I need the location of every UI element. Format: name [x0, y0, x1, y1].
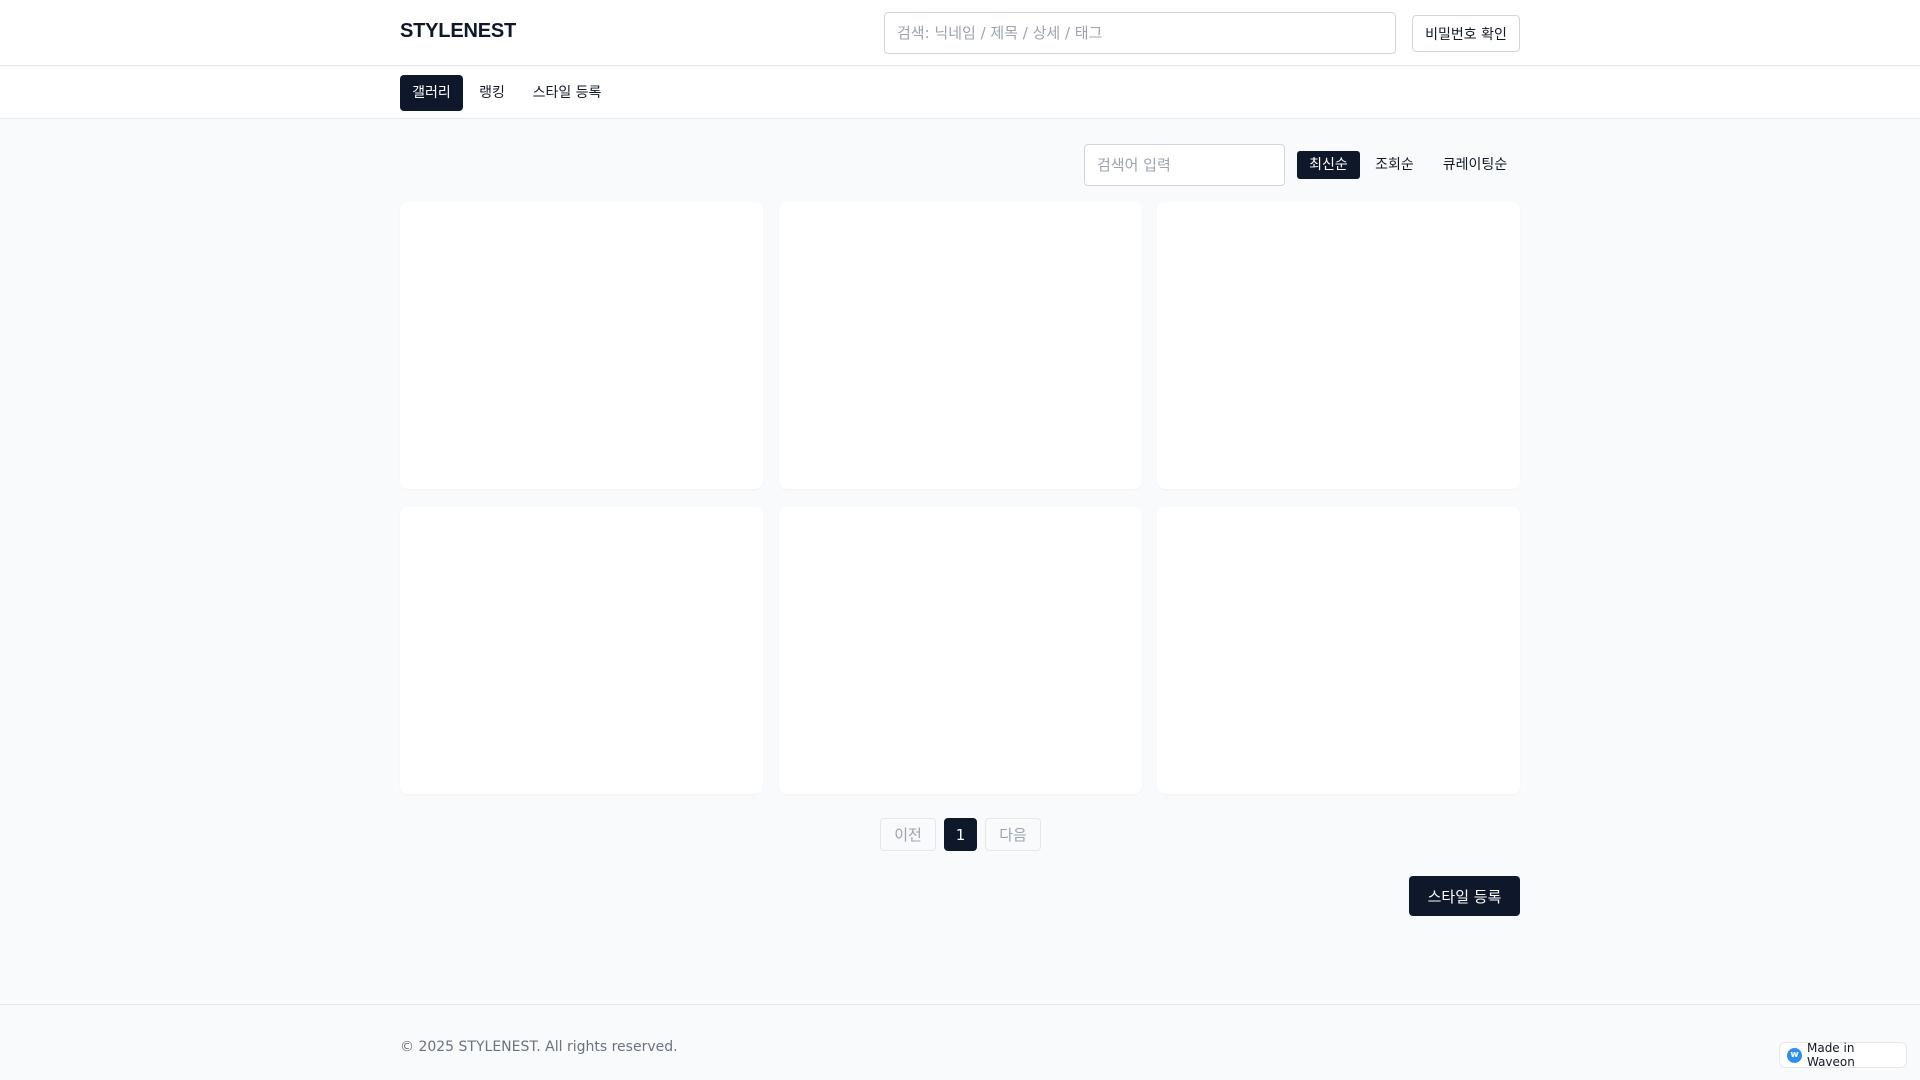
gallery-card[interactable] — [1157, 507, 1520, 794]
gallery-card[interactable] — [400, 202, 763, 489]
footer: © 2025 STYLENEST. All rights reserved. — [0, 1004, 1920, 1080]
main-nav: 갤러리 랭킹 스타일 등록 — [0, 67, 1920, 119]
sort-curating-button[interactable]: 큐레이팅순 — [1430, 151, 1520, 179]
sort-views-button[interactable]: 조회순 — [1367, 151, 1422, 179]
style-register-button[interactable]: 스타일 등록 — [1409, 876, 1520, 916]
site-logo[interactable]: STYLENEST — [400, 20, 516, 43]
made-in-waveon-badge[interactable]: w Made in Waveon — [1779, 1041, 1907, 1069]
pagination-page-1[interactable]: 1 — [944, 818, 977, 851]
password-check-button[interactable]: 비밀번호 확인 — [1412, 15, 1520, 52]
copyright-text: © 2025 STYLENEST. All rights reserved. — [400, 1039, 678, 1055]
gallery-search-input[interactable] — [1084, 144, 1285, 186]
gallery-card[interactable] — [779, 202, 1142, 489]
nav-item-style-register[interactable]: 스타일 등록 — [524, 75, 610, 111]
pagination-prev-button[interactable]: 이전 — [880, 818, 936, 851]
gallery-card[interactable] — [779, 507, 1142, 794]
badge-text: Made in Waveon — [1806, 1041, 1855, 1069]
waveon-logo-icon: w — [1787, 1047, 1802, 1063]
gallery-card[interactable] — [400, 507, 763, 794]
nav-item-gallery[interactable]: 갤러리 — [400, 75, 463, 111]
nav-item-ranking[interactable]: 랭킹 — [472, 75, 512, 111]
sort-latest-button[interactable]: 최신순 — [1297, 151, 1360, 179]
gallery-card[interactable] — [1157, 202, 1520, 489]
pagination-next-button[interactable]: 다음 — [985, 818, 1041, 851]
global-search-input[interactable] — [884, 12, 1396, 54]
top-header: STYLENEST 비밀번호 확인 — [0, 0, 1920, 66]
